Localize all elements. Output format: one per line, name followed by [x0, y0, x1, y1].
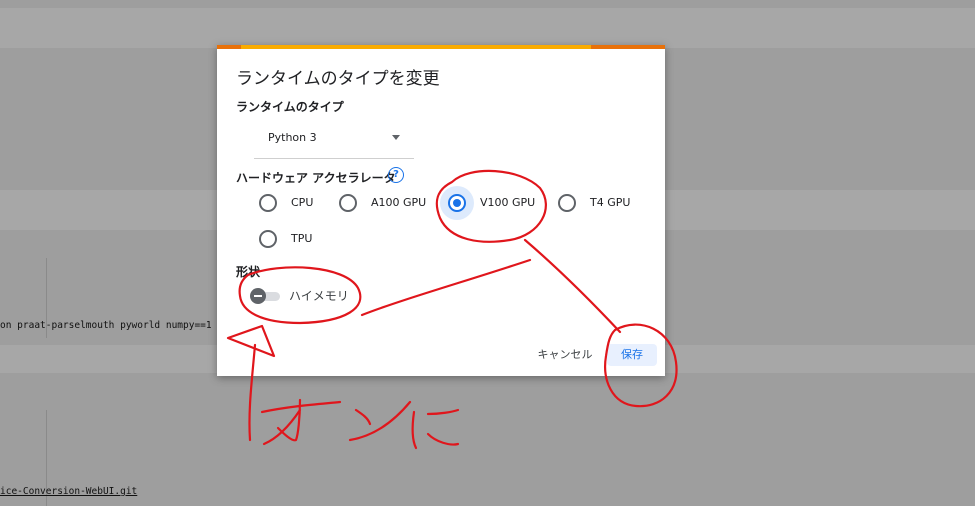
radio-label: CPU	[291, 196, 314, 209]
code-line: on praat-parselmouth pyworld numpy==1	[0, 320, 212, 331]
shape-label: 形状	[236, 265, 261, 279]
radio-label: TPU	[291, 232, 313, 245]
runtime-type-value: Python 3	[268, 131, 317, 144]
progress-bar	[217, 45, 665, 49]
radio-circle	[558, 194, 576, 212]
annotation-glyph	[348, 400, 412, 442]
radio-circle	[339, 194, 357, 212]
save-button[interactable]: 保存	[607, 344, 657, 366]
high-ram-toggle[interactable]	[250, 288, 280, 304]
annotation-glyph	[260, 398, 342, 446]
radio-circle	[259, 194, 277, 212]
radio-selected-dot	[453, 199, 461, 207]
runtime-type-select[interactable]: Python 3	[254, 125, 414, 159]
accelerator-label: ハードウェア アクセラレータ	[236, 171, 396, 185]
runtime-type-label: ランタイムのタイプ	[236, 100, 344, 114]
high-ram-label: ハイメモリ	[289, 289, 349, 303]
annotation-glyph	[411, 408, 460, 450]
cancel-button[interactable]: キャンセル	[529, 344, 601, 366]
radio-label: A100 GPU	[371, 196, 427, 209]
toggle-thumb	[250, 288, 266, 304]
progress-fill	[241, 45, 591, 49]
radio-label: V100 GPU	[480, 196, 536, 209]
dialog-title: ランタイムのタイプを変更	[236, 69, 440, 89]
radio-label: T4 GPU	[590, 196, 631, 209]
dropdown-arrow-icon	[392, 135, 400, 140]
background-band	[0, 8, 975, 48]
change-runtime-dialog: ランタイムのタイプを変更 ランタイムのタイプ Python 3 ハードウェア ア…	[217, 45, 665, 376]
code-link[interactable]: ice-Conversion-WebUI.git	[0, 486, 137, 497]
help-icon[interactable]: ?	[388, 167, 404, 183]
radio-circle	[259, 230, 277, 248]
